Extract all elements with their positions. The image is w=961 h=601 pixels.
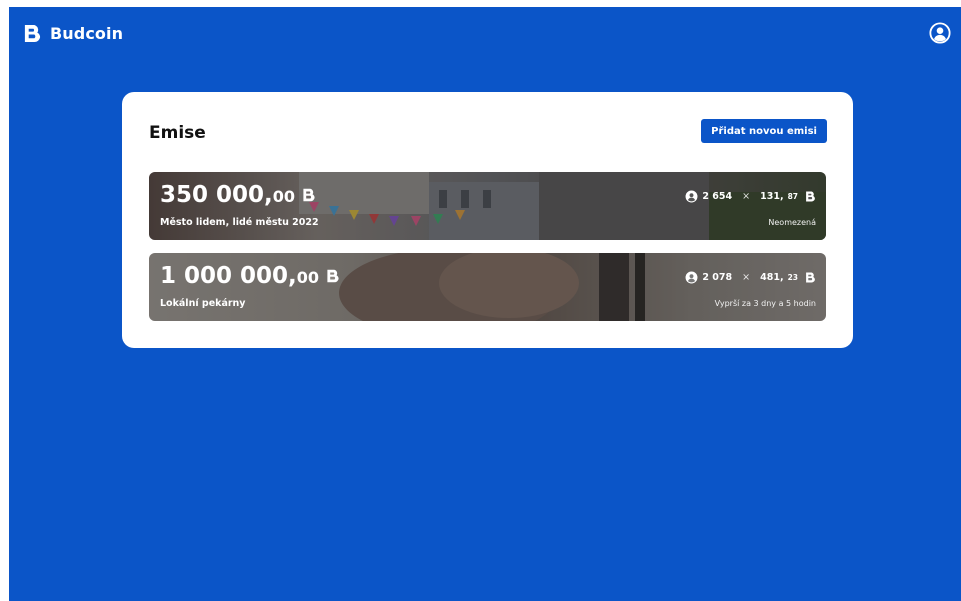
participant-count: 2 078 <box>702 272 733 283</box>
per-person-decimal: 87 <box>787 192 798 201</box>
top-bar: Budcoin <box>9 7 961 63</box>
times-sign: × <box>742 272 751 283</box>
amount-integer: 350 000, <box>160 182 273 208</box>
emission-item[interactable]: 350 000, 00 Město lidem, lidé městu 2022 … <box>149 172 826 240</box>
emission-validity: Neomezená <box>768 218 816 227</box>
page-title: Emise <box>149 123 206 143</box>
per-person-decimal: 23 <box>787 273 798 282</box>
emission-participants: 2 078 × 481, 23 <box>685 271 816 284</box>
emission-name: Lokální pekárny <box>160 298 246 309</box>
amount-decimal: 00 <box>272 187 296 206</box>
brand[interactable]: Budcoin <box>23 24 123 43</box>
participant-count: 2 654 <box>702 191 733 202</box>
amount-decimal: 00 <box>296 268 320 287</box>
per-person-integer: 131, <box>760 191 784 202</box>
amount-integer: 1 000 000, <box>160 263 297 289</box>
budcoin-currency-icon <box>303 188 315 202</box>
brand-name: Budcoin <box>50 24 124 43</box>
app-background: Budcoin Emise Přidat novou emisi 350 000… <box>9 7 961 601</box>
add-emission-button[interactable]: Přidat novou emisi <box>701 119 827 143</box>
emission-validity: Vyprší za 3 dny a 5 hodin <box>714 299 816 308</box>
user-circle-icon <box>685 271 698 284</box>
emissions-card: Emise Přidat novou emisi 350 000, 00 Měs… <box>122 92 853 348</box>
budcoin-logo-icon <box>24 24 41 43</box>
emission-name: Město lidem, lidé městu 2022 <box>160 217 319 228</box>
budcoin-currency-icon <box>806 191 815 202</box>
emission-participants: 2 654 × 131, 87 <box>685 190 816 203</box>
user-circle-icon <box>685 190 698 203</box>
emission-amount: 1 000 000, 00 <box>160 263 340 289</box>
budcoin-currency-icon <box>806 272 815 283</box>
user-circle-icon[interactable] <box>929 22 951 44</box>
emission-amount: 350 000, 00 <box>160 182 316 208</box>
budcoin-currency-icon <box>327 269 339 283</box>
emission-item[interactable]: 1 000 000, 00 Lokální pekárny 2 078 × 481… <box>149 253 826 321</box>
times-sign: × <box>742 191 751 202</box>
per-person-integer: 481, <box>760 272 784 283</box>
